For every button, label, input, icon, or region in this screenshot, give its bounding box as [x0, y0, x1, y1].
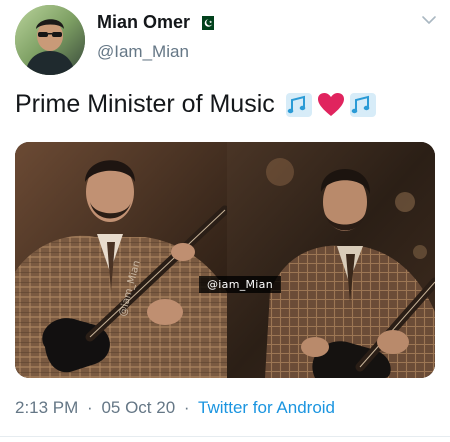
- chevron-down-icon[interactable]: [421, 14, 437, 26]
- user-handle[interactable]: @Iam_Mian: [97, 42, 189, 62]
- red-heart-icon: [317, 92, 344, 116]
- user-name-row[interactable]: Mian Omer: [97, 12, 215, 33]
- divider: [0, 436, 450, 437]
- tweet-date[interactable]: 05 Oct 20: [101, 398, 175, 417]
- collage-photo: @iam_Mian: [15, 142, 435, 378]
- meta-separator: ·: [87, 398, 93, 417]
- tweet-time[interactable]: 2:13 PM: [15, 398, 78, 417]
- tweet-meta: 2:13 PM · 05 Oct 20 · Twitter for Androi…: [15, 398, 335, 418]
- tweet-media-image[interactable]: @iam_Mian: [15, 142, 435, 378]
- meta-separator: ·: [183, 398, 190, 417]
- tweet-source-link[interactable]: Twitter for Android: [198, 398, 335, 417]
- user-name[interactable]: Mian Omer: [97, 12, 190, 33]
- avatar-photo: [15, 5, 85, 75]
- notes-icon: [285, 92, 312, 117]
- emoji-row: [285, 92, 377, 118]
- tweet-text-row: Prime Minister of Music: [15, 90, 377, 119]
- tweet: Mian Omer @Iam_Mian Prime Minister of Mu…: [0, 0, 450, 442]
- image-watermark: @iam_Mian: [199, 276, 281, 293]
- avatar[interactable]: [15, 5, 85, 75]
- pakistan-flag-icon: [198, 15, 215, 30]
- tweet-text: Prime Minister of Music: [15, 90, 275, 118]
- notes-icon: [349, 92, 376, 117]
